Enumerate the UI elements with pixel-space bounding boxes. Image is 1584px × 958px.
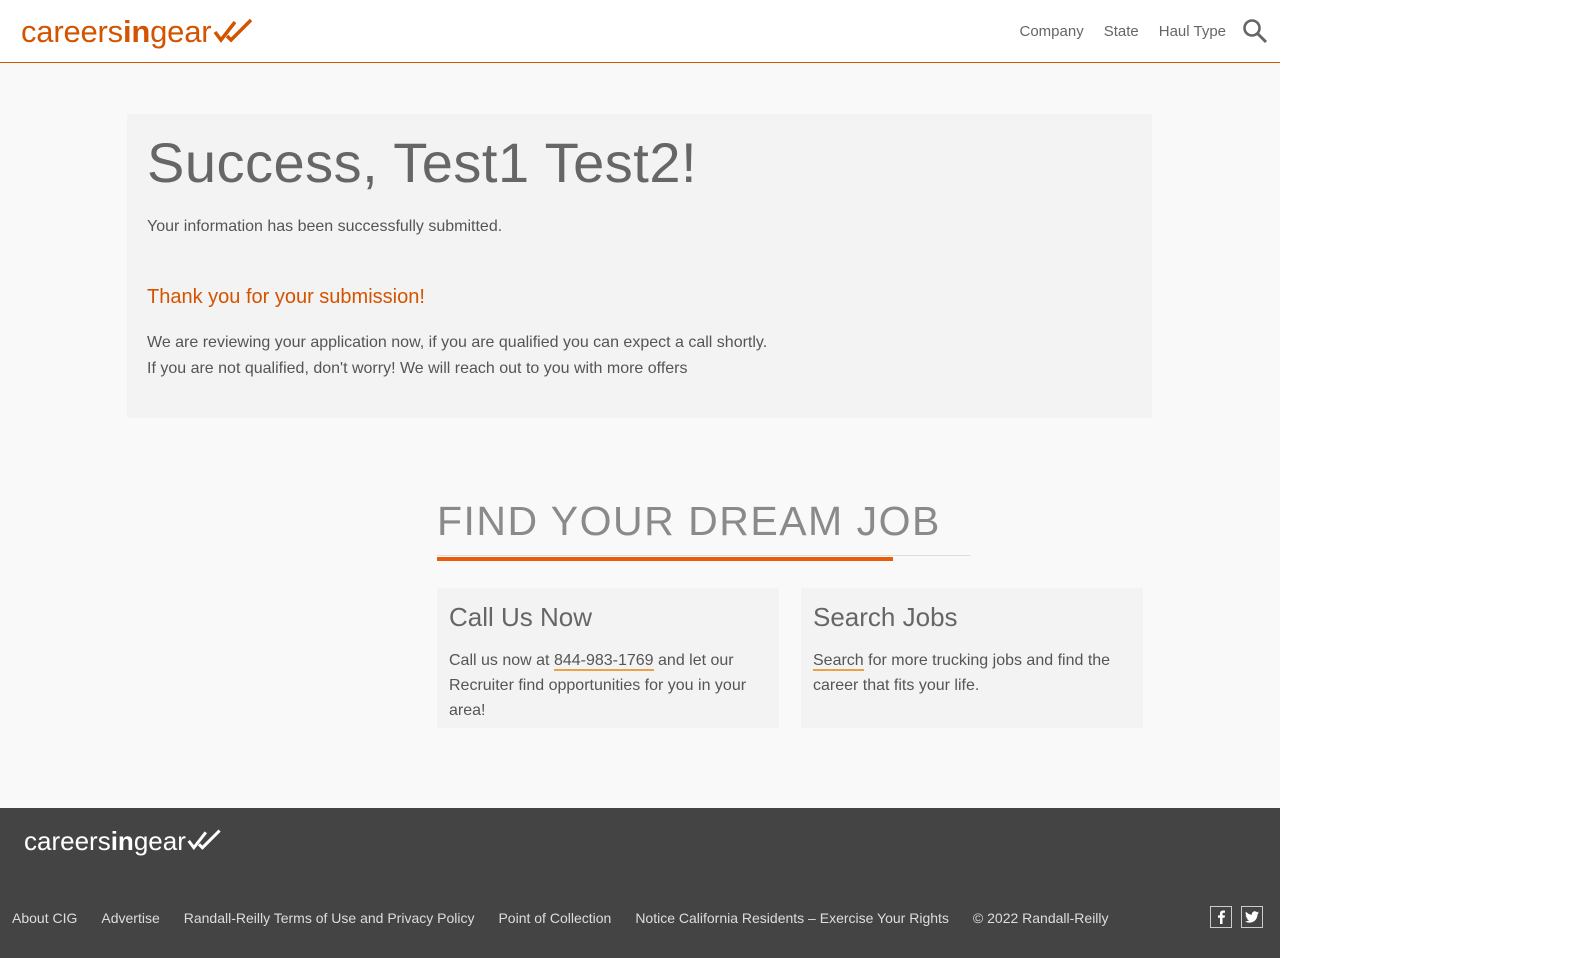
footer-logo[interactable]: careersingear bbox=[24, 824, 223, 858]
review-message: We are reviewing your application now, i… bbox=[147, 330, 767, 382]
call-us-title: Call Us Now bbox=[449, 602, 593, 632]
call-us-text-before: Call us now at bbox=[449, 652, 554, 669]
logo-checkmark-icon bbox=[213, 18, 253, 43]
call-us-box: Call Us Now Call us now at 844-983-1769 … bbox=[437, 588, 779, 728]
dream-job-heading: FIND YOUR DREAM JOB bbox=[437, 498, 941, 544]
footer-logo-text-careers: careers bbox=[24, 826, 111, 856]
search-jobs-text: Search for more trucking jobs and find t… bbox=[813, 648, 1113, 698]
success-card: Success, Test1 Test2! Your information h… bbox=[127, 114, 1152, 418]
site-footer: careersingear About CIG Advertise Randal… bbox=[0, 808, 1280, 958]
footer-link-point-of-collection[interactable]: Point of Collection bbox=[498, 908, 611, 928]
logo-text-in: in bbox=[122, 14, 151, 49]
site-header: careersingear Company State Haul Type bbox=[0, 0, 1280, 63]
footer-links: About CIG Advertise Randall-Reilly Terms… bbox=[12, 908, 1109, 928]
dream-job-divider bbox=[437, 555, 970, 556]
search-jobs-title: Search Jobs bbox=[813, 602, 958, 632]
footer-logo-text-gear: gear bbox=[133, 826, 186, 856]
footer-link-about[interactable]: About CIG bbox=[12, 908, 77, 928]
search-link[interactable]: Search bbox=[813, 652, 864, 671]
nav-company[interactable]: Company bbox=[1020, 20, 1084, 44]
review-message-line1: We are reviewing your application now, i… bbox=[147, 334, 768, 351]
dream-job-accent-bar bbox=[437, 557, 893, 561]
success-title: Success, Test1 Test2! bbox=[147, 131, 698, 194]
search-icon[interactable] bbox=[1242, 18, 1268, 44]
call-us-text: Call us now at 844-983-1769 and let our … bbox=[449, 648, 749, 723]
footer-link-terms[interactable]: Randall-Reilly Terms of Use and Privacy … bbox=[184, 908, 475, 928]
footer-link-california-notice[interactable]: Notice California Residents – Exercise Y… bbox=[635, 908, 949, 928]
site-logo[interactable]: careersingear bbox=[21, 12, 255, 52]
facebook-icon[interactable] bbox=[1210, 906, 1232, 928]
page: careersingear Company State Haul Type Su… bbox=[0, 0, 1280, 958]
review-message-line2: If you are not qualified, don't worry! W… bbox=[147, 360, 688, 377]
success-subtitle: Your information has been successfully s… bbox=[147, 218, 503, 235]
phone-link[interactable]: 844-983-1769 bbox=[553, 652, 654, 671]
footer-copyright: © 2022 Randall-Reilly bbox=[972, 910, 1109, 926]
main-nav: Company State Haul Type bbox=[1020, 20, 1227, 44]
nav-state[interactable]: State bbox=[1104, 20, 1139, 44]
nav-haul-type[interactable]: Haul Type bbox=[1159, 20, 1226, 44]
thanks-heading: Thank you for your submission! bbox=[147, 286, 425, 308]
footer-logo-text-in: in bbox=[110, 826, 134, 856]
logo-text-gear: gear bbox=[150, 14, 212, 49]
footer-logo-checkmark-icon bbox=[187, 829, 221, 851]
footer-link-advertise[interactable]: Advertise bbox=[101, 908, 159, 928]
logo-text-careers: careers bbox=[21, 14, 123, 49]
twitter-icon[interactable] bbox=[1241, 906, 1263, 928]
search-jobs-box: Search Jobs Search for more trucking job… bbox=[801, 588, 1143, 728]
